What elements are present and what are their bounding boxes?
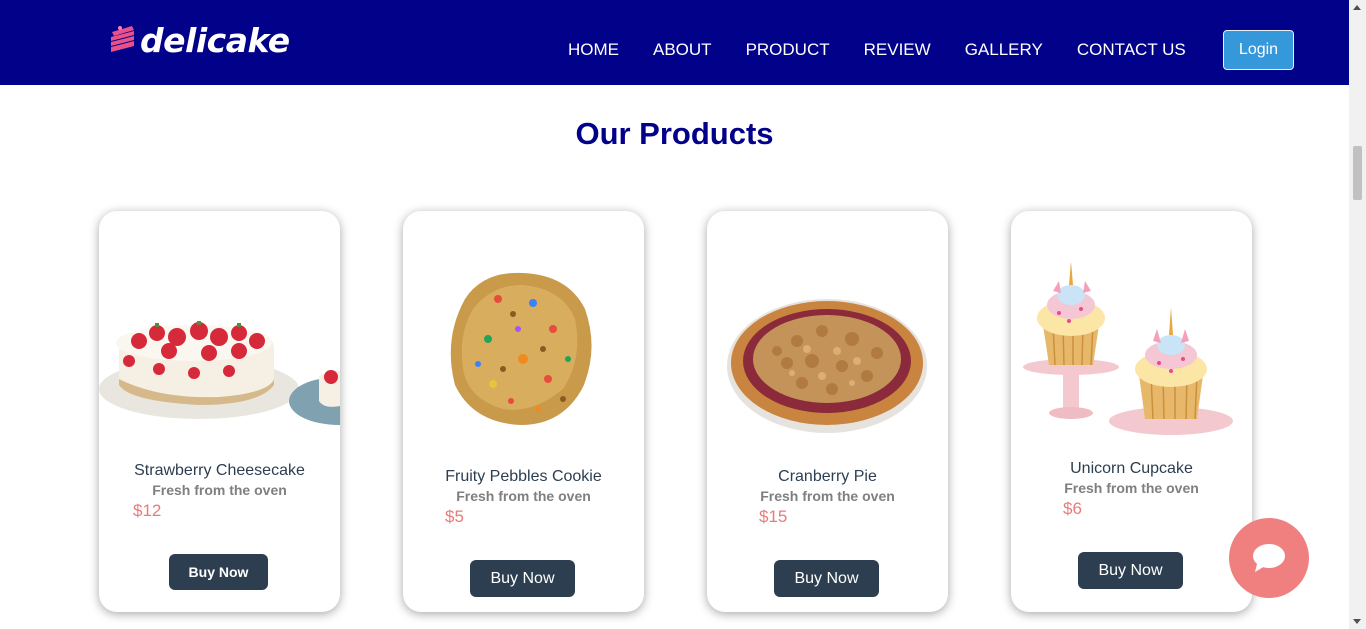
scroll-thumb[interactable] xyxy=(1353,146,1362,200)
nav-contact-us[interactable]: CONTACT US xyxy=(1077,26,1186,60)
brand-name: delicake xyxy=(140,20,290,60)
product-price: $15 xyxy=(759,507,788,526)
nav-home[interactable]: HOME xyxy=(568,26,619,60)
nav-about[interactable]: ABOUT xyxy=(653,26,712,60)
buy-now-button[interactable]: Buy Now xyxy=(169,554,268,590)
unicorn-cupcakes-image xyxy=(1023,263,1233,435)
main-nav: HOME ABOUT PRODUCT REVIEW GALLERY CONTAC… xyxy=(568,0,1186,85)
product-card: Strawberry Cheesecake Fresh from the ove… xyxy=(99,211,340,612)
product-subtitle: Fresh from the oven xyxy=(760,488,895,504)
nav-review[interactable]: REVIEW xyxy=(864,26,931,60)
brand-logo[interactable]: delicake xyxy=(108,20,290,60)
chat-button[interactable] xyxy=(1229,518,1309,598)
nav-gallery[interactable]: GALLERY xyxy=(965,26,1043,60)
product-card: Unicorn Cupcake Fresh from the oven $6 B… xyxy=(1011,211,1252,612)
cranberry-pie-image xyxy=(727,299,927,433)
buy-now-button[interactable]: Buy Now xyxy=(1078,552,1183,589)
page: delicake HOME ABOUT PRODUCT REVIEW GALLE… xyxy=(0,0,1366,629)
section-title: Our Products xyxy=(575,116,774,151)
product-name: Unicorn Cupcake xyxy=(1070,460,1193,477)
product-name: Cranberry Pie xyxy=(778,468,877,485)
site-header: delicake HOME ABOUT PRODUCT REVIEW GALLE… xyxy=(0,0,1349,85)
product-price: $12 xyxy=(133,501,162,520)
product-name: Fruity Pebbles Cookie xyxy=(445,468,602,485)
buy-now-button[interactable]: Buy Now xyxy=(470,560,575,597)
product-subtitle: Fresh from the oven xyxy=(1064,480,1199,496)
product-price: $6 xyxy=(1063,499,1082,518)
page-scrollbar[interactable] xyxy=(1349,0,1366,629)
product-price: $5 xyxy=(445,507,464,526)
scroll-down-arrow-icon[interactable] xyxy=(1353,619,1361,624)
nav-product[interactable]: PRODUCT xyxy=(746,26,830,60)
strawberry-cheesecake-image xyxy=(99,321,340,425)
buy-now-button[interactable]: Buy Now xyxy=(774,560,879,597)
fruity-cookie-image xyxy=(450,272,592,425)
login-button[interactable]: Login xyxy=(1223,30,1294,70)
scroll-up-arrow-icon[interactable] xyxy=(1353,5,1361,10)
product-subtitle: Fresh from the oven xyxy=(456,488,591,504)
chat-bubble-icon xyxy=(1253,544,1285,572)
product-name: Strawberry Cheesecake xyxy=(134,462,305,479)
product-card: Fruity Pebbles Cookie Fresh from the ove… xyxy=(403,211,644,612)
product-card: Cranberry Pie Fresh from the oven $15 Bu… xyxy=(707,211,948,612)
product-subtitle: Fresh from the oven xyxy=(152,482,287,498)
cake-slice-icon xyxy=(111,26,134,52)
